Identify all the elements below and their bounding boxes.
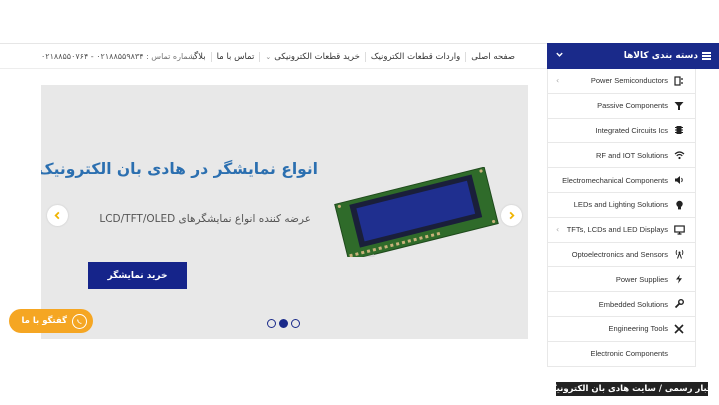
- monitor-icon: [673, 225, 685, 235]
- category-label: Optoelectronics and Sensors: [571, 249, 668, 259]
- category-item-ics[interactable]: Integrated Circuits Ics: [548, 118, 695, 144]
- slider-next-button[interactable]: [501, 205, 522, 226]
- nav-item-import[interactable]: واردات قطعات الکترونیک: [364, 52, 465, 62]
- phone-numbers[interactable]: ۰۲۱۸۸۵۵۹۸۳۴ - ۰۲۱۸۸۵۵۰۷۶۴: [41, 52, 144, 61]
- wifi-icon: [673, 150, 685, 160]
- slider-pagination: [267, 319, 300, 328]
- categories-title: دسته بندی کالاها: [623, 51, 698, 61]
- category-label: Passive Components: [597, 101, 668, 111]
- chevron-left-icon: [54, 211, 60, 220]
- category-item-power-semiconductors[interactable]: ‹ Power Semiconductors: [548, 69, 695, 94]
- category-label: Embedded Solutions: [598, 299, 668, 309]
- main-nav: صفحه اصلی واردات قطعات الکترونیک خرید قط…: [186, 44, 520, 70]
- category-item-leds[interactable]: LEDs and Lighting Solutions: [548, 192, 695, 218]
- nav-item-label: خرید قطعات الکترونیکی: [274, 52, 360, 62]
- buy-display-button[interactable]: خرید نمایشگر: [88, 262, 187, 289]
- chevron-down-icon: [555, 50, 564, 62]
- power-semiconductor-icon: [673, 76, 685, 86]
- category-label: Electromechanical Components: [562, 175, 668, 185]
- speaker-icon: [673, 175, 685, 185]
- phone-label: شماره تماس :: [146, 52, 195, 61]
- bulb-icon: [673, 200, 685, 210]
- menu-icon: [702, 51, 711, 62]
- wrench-icon: [673, 299, 685, 309]
- funnel-icon: [673, 101, 685, 111]
- category-label: Power Semiconductors: [590, 76, 668, 86]
- nav-item-buy[interactable]: خرید قطعات الکترونیکی⌄: [259, 52, 365, 62]
- category-label: RF and IOT Solutions: [596, 150, 668, 160]
- news-caption: اخبار رسمی / سایت هادی بان الکترونیک: [547, 382, 717, 396]
- category-item-electromechanical[interactable]: Electromechanical Components: [548, 168, 695, 193]
- hero-slider: انواع نمایشگر در هادی بان الکترونیک عرضه…: [41, 85, 528, 339]
- category-list: ‹ Power Semiconductors Passive Component…: [547, 69, 696, 367]
- category-label: TFTs, LCDs and LED Displays: [566, 225, 668, 235]
- chevron-down-icon: ⌄: [265, 53, 272, 61]
- category-item-passive[interactable]: Passive Components: [548, 93, 695, 119]
- slider-dot[interactable]: [267, 319, 276, 328]
- category-item-embedded[interactable]: Embedded Solutions: [548, 292, 695, 317]
- whatsapp-icon: [72, 313, 87, 329]
- bolt-icon: [673, 274, 685, 284]
- category-item-electronic-components[interactable]: Electronic Components: [548, 341, 695, 367]
- slide-title: انواع نمایشگر در هادی بان الکترونیک: [41, 160, 318, 178]
- slide-subtitle: عرضه کننده انواع نمایشگرهای LCD/TFT/OLED: [99, 213, 311, 225]
- contact-phone: شماره تماس : ۰۲۱۸۸۵۵۹۸۳۴ - ۰۲۱۸۸۵۵۰۷۶۴: [41, 44, 195, 70]
- category-label: Engineering Tools: [608, 324, 669, 334]
- category-item-displays[interactable]: ‹ TFTs, LCDs and LED Displays: [548, 217, 695, 243]
- chevron-left-icon: ‹: [556, 224, 560, 234]
- category-item-rf-iot[interactable]: RF and IOT Solutions: [548, 143, 695, 169]
- lcd-display-image: [334, 167, 499, 257]
- tools-icon: [673, 324, 685, 334]
- nav-item-label: صفحه اصلی: [471, 52, 515, 62]
- nav-item-home[interactable]: صفحه اصلی: [465, 52, 520, 62]
- chevron-left-icon: ‹: [556, 76, 560, 85]
- category-item-optoelectronics[interactable]: Optoelectronics and Sensors: [548, 242, 695, 268]
- category-label: Power Supplies: [615, 274, 668, 284]
- category-item-power-supplies[interactable]: Power Supplies: [548, 267, 695, 293]
- chat-with-us-button[interactable]: گفتگو با ما: [9, 309, 93, 333]
- categories-header[interactable]: دسته بندی کالاها: [547, 43, 719, 69]
- category-label: LEDs and Lighting Solutions: [573, 200, 668, 210]
- nav-item-label: واردات قطعات الکترونیک: [370, 52, 461, 62]
- chat-label: گفتگو با ما: [21, 316, 67, 326]
- nav-item-label: تماس با ما: [216, 52, 255, 62]
- category-label: Electronic Components: [590, 349, 668, 359]
- slider-prev-button[interactable]: [47, 205, 68, 226]
- slider-dot[interactable]: [291, 319, 300, 328]
- category-item-engineering-tools[interactable]: Engineering Tools: [548, 316, 695, 342]
- nav-item-contact[interactable]: تماس با ما: [210, 52, 260, 62]
- antenna-icon: [673, 249, 685, 260]
- chip-icon: [673, 125, 685, 135]
- slider-dot-active[interactable]: [279, 319, 288, 328]
- category-label: Integrated Circuits Ics: [595, 125, 668, 135]
- chevron-right-icon: [509, 211, 515, 220]
